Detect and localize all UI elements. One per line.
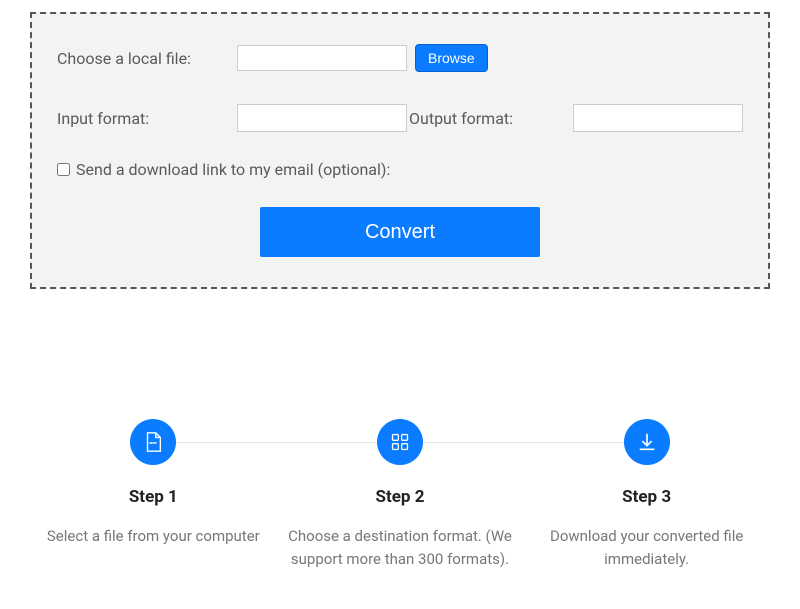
converter-form: Choose a local file: Browse Input format…	[30, 12, 770, 289]
grid-icon	[377, 419, 423, 465]
choose-file-label: Choose a local file:	[57, 49, 237, 68]
step-2-desc: Choose a destination format. (We support…	[285, 525, 515, 570]
step-3-desc: Download your converted file immediately…	[532, 525, 762, 570]
download-icon	[624, 419, 670, 465]
step-1-desc: Select a file from your computer	[38, 525, 268, 548]
svg-text:FILE: FILE	[150, 441, 157, 445]
step-2: Step 2 Choose a destination format. (We …	[285, 419, 515, 570]
input-format-label: Input format:	[57, 109, 237, 128]
output-format-label: Output format:	[409, 109, 513, 128]
step-2-title: Step 2	[285, 487, 515, 507]
convert-button[interactable]: Convert	[260, 207, 540, 257]
file-icon: FILE	[130, 419, 176, 465]
browse-button[interactable]: Browse	[415, 44, 488, 72]
email-option-label: Send a download link to my email (option…	[76, 160, 390, 179]
step-3-title: Step 3	[532, 487, 762, 507]
step-3: Step 3 Download your converted file imme…	[532, 419, 762, 570]
step-1-title: Step 1	[38, 487, 268, 507]
email-checkbox[interactable]	[57, 163, 70, 176]
step-1: FILE Step 1 Select a file from your comp…	[38, 419, 268, 548]
input-format-field[interactable]	[237, 104, 407, 132]
output-format-field[interactable]	[573, 104, 743, 132]
file-input[interactable]	[237, 45, 407, 71]
steps-section: FILE Step 1 Select a file from your comp…	[0, 419, 800, 570]
